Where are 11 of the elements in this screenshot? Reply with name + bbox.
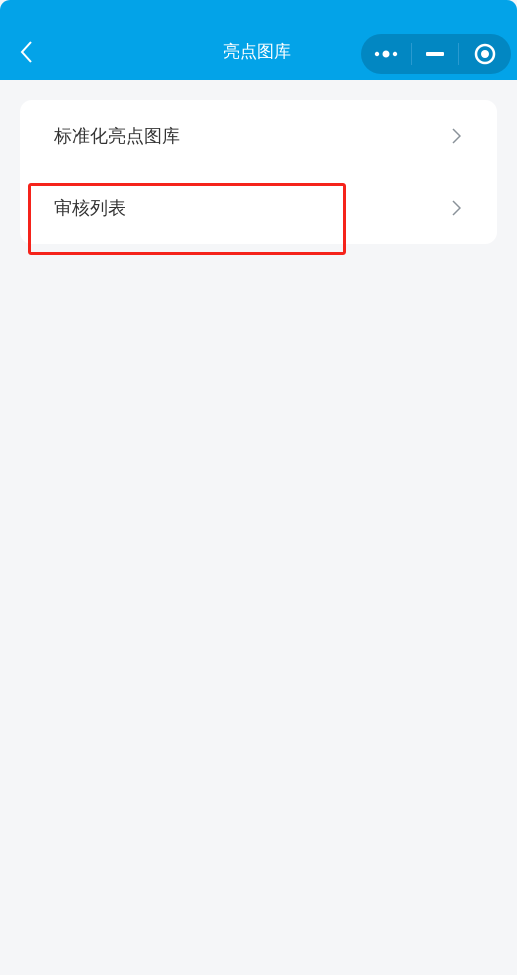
close-icon — [474, 43, 496, 65]
page-title: 亮点图库 — [223, 40, 291, 62]
back-icon — [19, 40, 33, 64]
minimize-icon — [426, 52, 444, 56]
more-icon — [374, 50, 398, 58]
menu-item[interactable]: 审核列表 — [20, 172, 497, 244]
chevron-icon — [452, 128, 461, 144]
chevron-icon — [452, 200, 461, 216]
menu-label: 审核列表 — [54, 196, 127, 220]
menu-item[interactable]: 标准化亮点图库 — [20, 100, 497, 172]
menu-label: 标准化亮点图库 — [54, 124, 181, 148]
